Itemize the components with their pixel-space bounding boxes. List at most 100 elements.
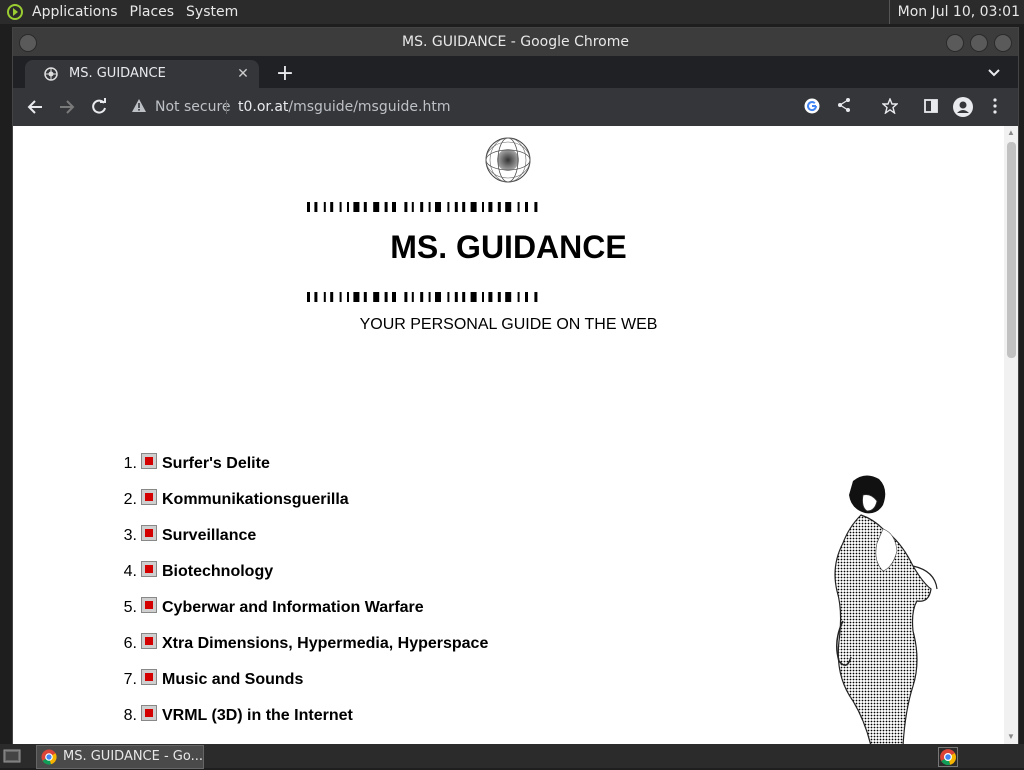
- barcode-stripe: [420, 292, 424, 302]
- barcode-stripe: [470, 292, 477, 302]
- address-bar[interactable]: Not secure t0.or.at/msguide/msguide.htm: [125, 92, 850, 122]
- barcode-stripe: [428, 202, 431, 212]
- close-window-button[interactable]: [994, 34, 1012, 52]
- barcode-stripe: [505, 292, 512, 302]
- barcode-stripe: [454, 202, 458, 212]
- barcode-stripe: [323, 292, 326, 302]
- places-menu[interactable]: Places: [124, 0, 181, 24]
- chrome-icon: [41, 749, 57, 765]
- barcode-stripe: [488, 292, 493, 302]
- barcode-stripe: [307, 292, 310, 302]
- back-button[interactable]: [21, 93, 49, 121]
- distro-logo-icon[interactable]: [4, 1, 26, 23]
- page-viewport[interactable]: MS. GUIDANCE YOUR PERSONAL GUIDE ON THE …: [13, 126, 1018, 744]
- scroll-down-arrow-icon[interactable]: ▼: [1006, 732, 1016, 742]
- red-square-bullet-icon: [141, 489, 157, 505]
- barcode-stripe: [534, 202, 538, 212]
- barcode-stripe: [462, 202, 466, 212]
- applications-menu[interactable]: Applications: [26, 0, 124, 24]
- barcode-stripe: [373, 292, 380, 302]
- reload-button[interactable]: [85, 93, 113, 121]
- pinup-woman-illustration: [834, 475, 938, 744]
- list-number: 1.: [123, 455, 137, 472]
- barcode-stripe: [307, 202, 310, 212]
- barcode-stripe: [525, 202, 528, 212]
- barcode-stripe: [435, 202, 441, 212]
- barcode-stripe: [330, 292, 334, 302]
- window-titlebar[interactable]: MS. GUIDANCE - Google Chrome: [13, 28, 1018, 56]
- red-square-bullet-icon: [141, 525, 157, 541]
- top-panel: Applications Places System Mon Jul 10, 0…: [0, 0, 1024, 24]
- show-desktop-icon[interactable]: [2, 747, 22, 765]
- barcode-stripe: [428, 292, 431, 302]
- site-favicon-icon: [43, 66, 59, 82]
- tab-msguidance[interactable]: MS. GUIDANCE ✕: [25, 60, 259, 88]
- browser-toolbar: Not secure t0.or.at/msguide/msguide.htm: [13, 88, 1018, 126]
- bookmark-star-icon[interactable]: [879, 97, 901, 120]
- red-square-bullet-icon: [141, 597, 157, 613]
- browser-window: MS. GUIDANCE - Google Chrome MS. GUIDANC…: [12, 27, 1019, 745]
- barcode-stripe: [447, 292, 450, 302]
- taskbar-chrome-window[interactable]: MS. GUIDANCE - Go...: [36, 745, 204, 769]
- barcode-stripe: [404, 292, 408, 302]
- topic-link[interactable]: VRML (3D) in the Internet: [162, 707, 353, 725]
- scroll-up-arrow-icon[interactable]: ▲: [1006, 128, 1016, 138]
- barcode-stripe: [347, 202, 349, 212]
- barcode-divider-top: [307, 202, 538, 212]
- barcode-stripe: [482, 202, 484, 212]
- system-menu[interactable]: System: [180, 0, 244, 24]
- page-scrollbar[interactable]: ▲ ▼: [1004, 126, 1018, 744]
- maximize-button[interactable]: [970, 34, 988, 52]
- barcode-stripe: [525, 292, 528, 302]
- barcode-stripe: [323, 202, 326, 212]
- security-label[interactable]: Not secure: [155, 92, 231, 122]
- side-panel-icon[interactable]: [920, 98, 942, 120]
- profile-avatar-icon[interactable]: [952, 97, 974, 119]
- clock[interactable]: Mon Jul 10, 03:01: [888, 0, 1024, 24]
- barcode-stripe: [314, 202, 318, 212]
- tray-chrome-icon[interactable]: [938, 747, 958, 767]
- topic-link[interactable]: Music and Sounds: [162, 671, 303, 689]
- new-tab-button[interactable]: +: [271, 60, 299, 88]
- not-secure-warning-icon[interactable]: [131, 98, 149, 116]
- barcode-stripe: [411, 202, 414, 212]
- barcode-stripe: [363, 292, 367, 302]
- minimize-button[interactable]: [946, 34, 964, 52]
- barcode-stripe: [353, 202, 360, 212]
- topic-link[interactable]: Surfer's Delite: [162, 455, 270, 473]
- barcode-stripe: [384, 202, 388, 212]
- list-number: 8.: [123, 707, 137, 724]
- barcode-stripe: [404, 202, 408, 212]
- red-square-bullet-icon: [141, 705, 157, 721]
- url-text[interactable]: t0.or.at/msguide/msguide.htm: [238, 92, 450, 122]
- topic-link[interactable]: Kommunikationsguerilla: [162, 491, 349, 509]
- chrome-menu-icon[interactable]: [984, 98, 1006, 120]
- barcode-stripe: [534, 292, 538, 302]
- barcode-stripe: [488, 202, 493, 212]
- url-path: /msguide/msguide.htm: [288, 99, 451, 115]
- tab-search-chevron-icon[interactable]: [980, 60, 1008, 88]
- topic-link[interactable]: Cyberwar and Information Warfare: [162, 599, 424, 617]
- topic-link[interactable]: Biotechnology: [162, 563, 273, 581]
- barcode-stripe: [330, 202, 334, 212]
- barcode-stripe: [373, 202, 380, 212]
- barcode-stripe: [363, 202, 367, 212]
- taskbar: MS. GUIDANCE - Go...: [0, 744, 1024, 769]
- barcode-stripe: [339, 292, 342, 302]
- scrollbar-thumb[interactable]: [1007, 142, 1016, 358]
- list-number: 2.: [123, 491, 137, 508]
- barcode-stripe: [339, 202, 342, 212]
- google-lens-icon[interactable]: [801, 97, 823, 119]
- share-icon[interactable]: [833, 97, 855, 119]
- forward-button[interactable]: [53, 93, 81, 121]
- tab-strip: MS. GUIDANCE ✕ +: [13, 56, 1018, 88]
- window-menu-button[interactable]: [19, 34, 37, 52]
- topic-link[interactable]: Surveillance: [162, 527, 256, 545]
- topic-link[interactable]: Xtra Dimensions, Hypermedia, Hyperspace: [162, 635, 488, 653]
- omnibox-divider: [226, 100, 227, 114]
- close-tab-icon[interactable]: ✕: [233, 64, 253, 84]
- barcode-stripe: [470, 202, 477, 212]
- tab-title: MS. GUIDANCE: [69, 66, 166, 81]
- barcode-stripe: [411, 292, 414, 302]
- barcode-stripe: [454, 292, 458, 302]
